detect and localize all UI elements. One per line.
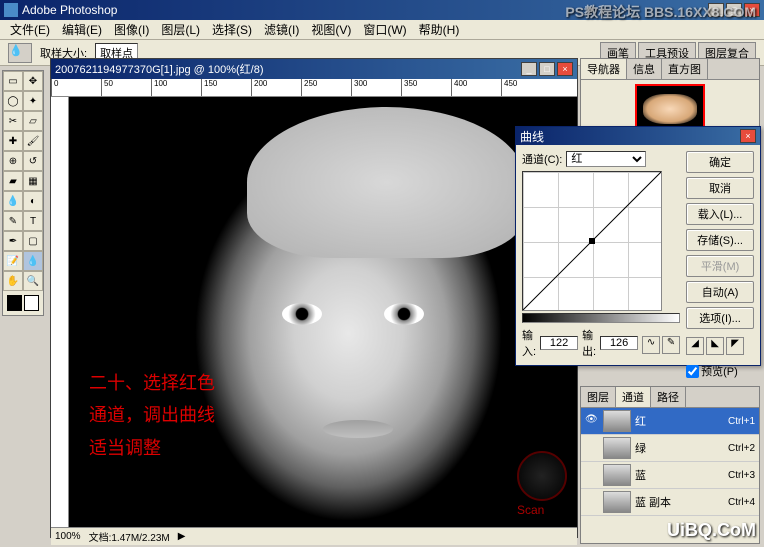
document-title: 2007621194977370G[1].jpg @ 100%(红/8) xyxy=(55,61,264,77)
gray-point-dropper-icon[interactable]: ◣ xyxy=(706,337,724,355)
preview-checkbox[interactable]: 预览(P) xyxy=(686,363,754,379)
menubar: 文件(E) 编辑(E) 图像(I) 图层(L) 选择(S) 滤镜(I) 视图(V… xyxy=(0,20,764,40)
output-value[interactable] xyxy=(600,336,638,350)
menu-edit[interactable]: 编辑(E) xyxy=(56,19,108,40)
zoom-tool[interactable]: 🔍 xyxy=(23,271,43,291)
tab-paths[interactable]: 路径 xyxy=(651,387,686,407)
wand-tool[interactable]: ✦ xyxy=(23,91,43,111)
curves-close-button[interactable]: × xyxy=(740,129,756,143)
hand-tool[interactable]: ✋ xyxy=(3,271,23,291)
menu-image[interactable]: 图像(I) xyxy=(108,19,155,40)
smooth-button: 平滑(M) xyxy=(686,255,754,277)
background-color[interactable] xyxy=(24,295,39,311)
dodge-tool[interactable]: ◐ xyxy=(23,191,43,211)
tab-navigator[interactable]: 导航器 xyxy=(581,59,627,79)
ruler-vertical xyxy=(51,97,69,527)
white-point-dropper-icon[interactable]: ◤ xyxy=(726,337,744,355)
menu-view[interactable]: 视图(V) xyxy=(305,19,357,40)
menu-layer[interactable]: 图层(L) xyxy=(155,19,206,40)
channel-item-blue-copy[interactable]: 蓝 副本 Ctrl+4 xyxy=(581,489,759,516)
canvas[interactable]: 二十、选择红色 通道，调出曲线 适当调整 Scan xyxy=(69,97,577,527)
watermark-bottom: UiBQ.CoM xyxy=(667,520,756,541)
pen-tool[interactable]: ✒ xyxy=(3,231,23,251)
eraser-tool[interactable]: ▰ xyxy=(3,171,23,191)
stamp-tool[interactable]: ⊕ xyxy=(3,151,23,171)
zoom-level[interactable]: 100% xyxy=(55,531,81,542)
black-point-dropper-icon[interactable]: ◢ xyxy=(686,337,704,355)
curve-mode-icon[interactable]: ∿ xyxy=(642,336,660,354)
eye-icon[interactable] xyxy=(585,441,599,455)
input-gradient[interactable] xyxy=(522,313,680,323)
channel-item-blue[interactable]: 蓝 Ctrl+3 xyxy=(581,462,759,489)
channel-item-red[interactable]: 👁 红 Ctrl+1 xyxy=(581,408,759,435)
options-button[interactable]: 选项(I)... xyxy=(686,307,754,329)
app-icon xyxy=(4,3,18,17)
tab-histogram[interactable]: 直方图 xyxy=(662,59,708,79)
doc-maximize-button[interactable]: □ xyxy=(539,62,555,76)
shape-tool[interactable]: ▢ xyxy=(23,231,43,251)
ruler-horizontal: 050100150200250300350400450 xyxy=(51,79,577,97)
watermark-top: PS教程论坛 BBS.16XX8.COM xyxy=(565,2,756,22)
brush-tool[interactable]: 🖌 xyxy=(23,131,43,151)
tab-info[interactable]: 信息 xyxy=(627,59,662,79)
statusbar-arrow-icon[interactable]: ▶ xyxy=(178,531,186,542)
document-window: 2007621194977370G[1].jpg @ 100%(红/8) _ □… xyxy=(50,58,578,538)
cancel-button[interactable]: 取消 xyxy=(686,177,754,199)
overlay-annotation: 二十、选择红色 通道，调出曲线 适当调整 xyxy=(89,367,215,464)
app-title: Adobe Photoshop xyxy=(22,3,117,17)
menu-filter[interactable]: 滤镜(I) xyxy=(258,19,305,40)
eyedropper-tool[interactable]: 💧 xyxy=(23,251,43,271)
channel-select[interactable]: 红 xyxy=(566,151,646,167)
save-button[interactable]: 存储(S)... xyxy=(686,229,754,251)
load-button[interactable]: 载入(L)... xyxy=(686,203,754,225)
input-value[interactable] xyxy=(540,336,578,350)
scan-watermark: Scan xyxy=(517,451,567,517)
type-tool[interactable]: T xyxy=(23,211,43,231)
menu-file[interactable]: 文件(E) xyxy=(4,19,56,40)
channel-item-green[interactable]: 绿 Ctrl+2 xyxy=(581,435,759,462)
eye-icon[interactable] xyxy=(585,495,599,509)
toolbox: ▭✥ ◯✦ ✂▱ ✚🖌 ⊕↺ ▰▦ 💧◐ ✎T ✒▢ 📝💧 ✋🔍 xyxy=(2,70,44,316)
channel-label: 通道(C): xyxy=(522,151,562,167)
curve-graph[interactable] xyxy=(522,171,662,311)
document-statusbar: 100% 文档:1.47M/2.23M ▶ xyxy=(51,527,577,545)
output-label: 输出: xyxy=(582,327,596,359)
eye-icon[interactable]: 👁 xyxy=(585,414,599,428)
curves-title: 曲线 xyxy=(520,128,544,145)
navigator-panel: 导航器 信息 直方图 xyxy=(580,58,760,130)
eye-icon[interactable] xyxy=(585,468,599,482)
marquee-tool[interactable]: ▭ xyxy=(3,71,23,91)
foreground-color[interactable] xyxy=(7,295,22,311)
history-tool[interactable]: ↺ xyxy=(23,151,43,171)
tab-channels[interactable]: 通道 xyxy=(616,387,651,407)
auto-button[interactable]: 自动(A) xyxy=(686,281,754,303)
gradient-tool[interactable]: ▦ xyxy=(23,171,43,191)
lasso-tool[interactable]: ◯ xyxy=(3,91,23,111)
tab-layers[interactable]: 图层 xyxy=(581,387,616,407)
file-size: 文档:1.47M/2.23M xyxy=(89,529,170,544)
input-label: 输入: xyxy=(522,327,536,359)
channel-list: 👁 红 Ctrl+1 绿 Ctrl+2 蓝 Ctrl+3 蓝 副本 Ctrl+4 xyxy=(581,408,759,516)
heal-tool[interactable]: ✚ xyxy=(3,131,23,151)
eyedropper-tool-icon[interactable]: 💧 xyxy=(8,43,32,63)
channel-thumb xyxy=(603,491,631,513)
path-tool[interactable]: ✎ xyxy=(3,211,23,231)
curve-point[interactable] xyxy=(589,238,595,244)
menu-select[interactable]: 选择(S) xyxy=(206,19,258,40)
doc-minimize-button[interactable]: _ xyxy=(521,62,537,76)
curves-dialog: 曲线 × 通道(C): 红 输入: 输出: ∿ xyxy=(515,126,761,366)
menu-help[interactable]: 帮助(H) xyxy=(413,19,466,40)
ok-button[interactable]: 确定 xyxy=(686,151,754,173)
channel-thumb xyxy=(603,437,631,459)
move-tool[interactable]: ✥ xyxy=(23,71,43,91)
channel-thumb xyxy=(603,410,631,432)
blur-tool[interactable]: 💧 xyxy=(3,191,23,211)
channel-thumb xyxy=(603,464,631,486)
crop-tool[interactable]: ✂ xyxy=(3,111,23,131)
notes-tool[interactable]: 📝 xyxy=(3,251,23,271)
doc-close-button[interactable]: × xyxy=(557,62,573,76)
pencil-mode-icon[interactable]: ✎ xyxy=(662,336,680,354)
menu-window[interactable]: 窗口(W) xyxy=(357,19,412,40)
slice-tool[interactable]: ▱ xyxy=(23,111,43,131)
